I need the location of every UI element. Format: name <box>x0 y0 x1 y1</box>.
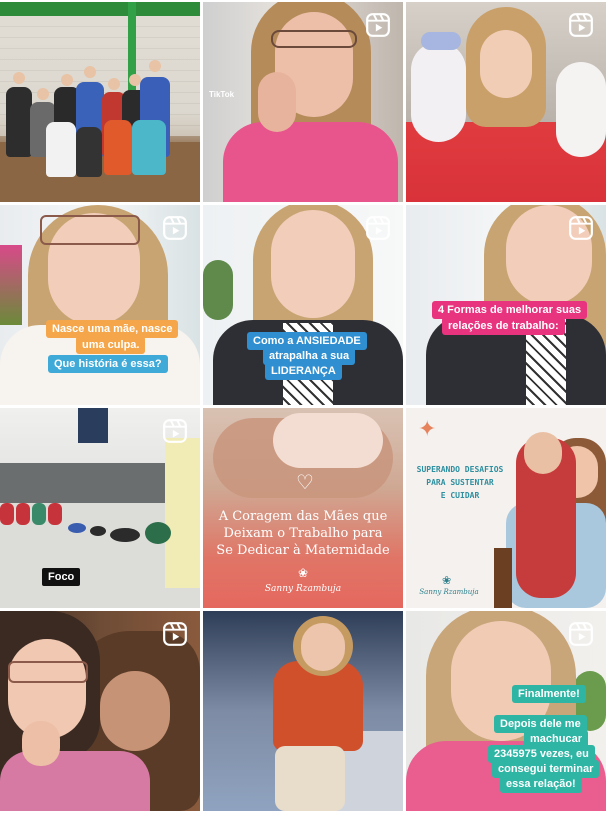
reel-icon <box>162 215 188 241</box>
brand-logo-text: Sanny Rzambuja <box>419 588 479 596</box>
reel-icon <box>162 418 188 444</box>
team-member <box>76 127 102 177</box>
pink-shirt <box>223 122 398 202</box>
reel-icon <box>365 12 391 38</box>
glasses <box>271 30 357 48</box>
reel-tile-relacoes-trabalho[interactable]: 4 Formas de melhorar suas relações de tr… <box>406 205 606 405</box>
post-title: A Coragem das Mães que Deixam o Trabalho… <box>216 509 390 558</box>
posts-grid: TikTok Nasce uma mãe, nasce uma culpa. Q… <box>0 0 606 813</box>
plant <box>203 260 233 320</box>
reel-tile-foco[interactable]: Foco <box>0 408 200 608</box>
team-member <box>46 122 76 177</box>
reel-tile-finalmente[interactable]: Finalmente! Depois dele me machucar 2345… <box>406 611 606 811</box>
dog-plush-toy <box>556 62 606 157</box>
team-member-head <box>37 88 49 100</box>
caption-line: uma culpa. <box>76 336 146 354</box>
hand <box>258 72 296 132</box>
post-tile-woman-studio[interactable] <box>203 611 403 811</box>
weight-plate <box>145 522 171 544</box>
child-head <box>524 432 562 474</box>
reel-tile-culpa[interactable]: Nasce uma mãe, nasce uma culpa. Que hist… <box>0 205 200 405</box>
weight-plate <box>110 528 140 542</box>
hand <box>22 721 60 766</box>
baby <box>273 413 383 468</box>
brand-logo-text: Sanny Rzambuja <box>264 584 342 594</box>
sparkle-icon: ✦ <box>418 416 437 441</box>
white-plush-toy <box>411 42 466 142</box>
team-member-head <box>149 60 161 72</box>
girl-face <box>480 30 532 98</box>
green-stripe <box>0 2 200 16</box>
foco-label: Foco <box>42 568 81 586</box>
reel-tile-woman-ape[interactable] <box>0 611 200 811</box>
team-member-head <box>13 72 25 84</box>
reel-icon <box>568 215 594 241</box>
caption-line: Que história é essa? <box>48 355 168 373</box>
team-member <box>104 120 132 175</box>
reel-tile-girl-plush[interactable] <box>406 2 606 202</box>
weight-plate <box>90 526 106 536</box>
person-legs <box>78 408 108 443</box>
caption-line: essa relação! <box>500 775 582 793</box>
chair <box>494 548 512 608</box>
post-tile-superando-desafios[interactable]: ✦ SUPERANDO DESAFIOS PARA SUSTENTAR E CU… <box>406 408 606 608</box>
heart-icon: ♡ <box>296 472 314 494</box>
beige-pants <box>275 746 345 811</box>
lotus-icon: ❀ <box>297 566 309 580</box>
kettlebell <box>32 503 46 525</box>
glasses <box>40 215 140 245</box>
face <box>301 623 345 671</box>
reel-tile-woman-pink[interactable]: TikTok <box>203 2 403 202</box>
team-member-head <box>61 74 73 86</box>
team-member-head <box>84 66 96 78</box>
caption-line: Finalmente! <box>512 685 586 703</box>
tiktok-watermark: TikTok <box>209 90 235 99</box>
team-member <box>132 120 166 175</box>
ape-face <box>100 671 170 751</box>
kettlebell <box>48 503 62 525</box>
caption-line: LIDERANÇA <box>265 362 342 380</box>
caption-line: relações de trabalho: <box>442 317 565 335</box>
reel-icon <box>365 215 391 241</box>
post-tile-coragem-maes[interactable]: ♡ A Coragem das Mães que Deixam o Trabal… <box>203 408 403 608</box>
kettlebell <box>16 503 30 525</box>
team-member <box>6 87 32 157</box>
plush-bow <box>421 32 461 50</box>
yellow-table <box>165 438 200 588</box>
weight-plate <box>68 523 86 533</box>
reel-icon <box>568 12 594 38</box>
flowers <box>0 245 22 325</box>
team-member-head <box>108 78 120 90</box>
counter <box>0 463 180 503</box>
floral-shirt <box>0 751 150 811</box>
reel-icon <box>568 621 594 647</box>
post-title: SUPERANDO DESAFIOS PARA SUSTENTAR E CUID… <box>416 465 504 500</box>
face <box>271 210 355 318</box>
reel-icon <box>162 621 188 647</box>
reel-tile-ansiedade[interactable]: Como a ANSIEDADE atrapalha a sua LIDERAN… <box>203 205 403 405</box>
kettlebell <box>0 503 14 525</box>
post-tile-team-photo[interactable] <box>0 2 200 202</box>
glasses <box>8 661 88 683</box>
lotus-icon: ❀ <box>442 575 452 587</box>
